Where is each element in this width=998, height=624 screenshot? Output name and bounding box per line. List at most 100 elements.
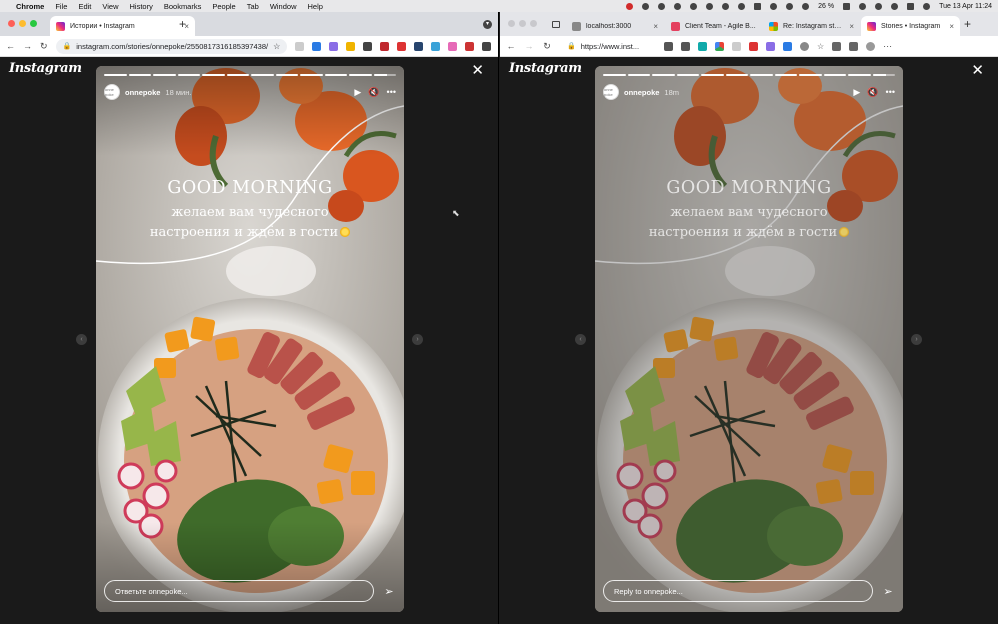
extension-icon[interactable] [715, 41, 724, 51]
zoom-window-button[interactable] [30, 20, 37, 27]
menu-tab[interactable]: Tab [247, 2, 259, 11]
extension-icon[interactable] [465, 41, 475, 51]
instagram-logo[interactable]: Instagram [509, 61, 582, 76]
new-tab-button[interactable]: + [964, 18, 971, 30]
tab-client-team[interactable]: Client Team - Agile B... [665, 16, 762, 36]
battery-icon[interactable] [843, 2, 851, 10]
story-username[interactable]: onnepoke [125, 88, 160, 97]
address-bar[interactable]: 🔒 instagram.com/stories/onnepoke/2550817… [55, 38, 288, 54]
extension-icon[interactable] [681, 41, 690, 51]
chevron-right-icon[interactable]: › [412, 334, 423, 345]
forward-icon[interactable]: → [524, 41, 534, 51]
menu-app-chrome[interactable]: Chrome [16, 2, 44, 11]
favorites-star-icon[interactable]: ☆ [817, 42, 824, 51]
tray-app-icon[interactable] [770, 2, 778, 10]
extension-icon[interactable] [329, 41, 339, 51]
more-icon[interactable]: ••• [886, 87, 895, 97]
chevron-left-icon[interactable]: ‹ [76, 334, 87, 345]
tab-instagram-stories[interactable]: Истории • Instagram × [50, 16, 195, 36]
collections-icon[interactable] [832, 41, 842, 51]
close-tab-icon[interactable]: × [653, 22, 658, 31]
tray-app-icon[interactable] [642, 2, 650, 10]
menu-bookmarks[interactable]: Bookmarks [164, 2, 202, 11]
extension-icon[interactable] [312, 41, 322, 51]
zoom-window-button[interactable] [530, 20, 537, 27]
tab-re-instagram[interactable]: Re: Instagram stories × [763, 16, 860, 36]
instagram-logo[interactable]: Instagram [9, 61, 82, 76]
avatar[interactable]: onne poke [104, 84, 120, 100]
tab-localhost[interactable]: localhost:3000 × [566, 16, 664, 36]
extension-icon[interactable] [664, 41, 673, 51]
tray-app-icon[interactable] [690, 2, 698, 10]
chevron-right-icon[interactable]: › [911, 334, 922, 345]
minimize-window-button[interactable] [519, 20, 526, 27]
story-username[interactable]: onnepoke [624, 88, 659, 97]
bookmark-star-icon[interactable]: ☆ [273, 42, 280, 51]
user-icon[interactable] [875, 2, 883, 10]
menu-window[interactable]: Window [270, 2, 297, 11]
reload-icon[interactable]: ↻ [40, 41, 48, 52]
menu-file[interactable]: File [55, 2, 67, 11]
new-tab-button[interactable]: + [179, 18, 186, 30]
close-tab-icon[interactable]: × [849, 22, 854, 31]
tray-app-icon[interactable] [786, 2, 794, 10]
browser-menu-icon[interactable]: ··· [883, 41, 892, 51]
address-bar[interactable]: 🔒 https://www.inst... [560, 38, 656, 54]
siri-icon[interactable] [923, 2, 931, 10]
control-center-icon[interactable] [907, 2, 915, 10]
menu-edit[interactable]: Edit [78, 2, 91, 11]
sidebar-toggle-icon[interactable] [552, 21, 560, 28]
menubar-clock[interactable]: Tue 13 Apr 11:24 [939, 3, 992, 10]
menu-view[interactable]: View [102, 2, 118, 11]
mute-icon[interactable]: 🔇 [368, 87, 379, 98]
extension-icon[interactable] [448, 41, 458, 51]
tab-stories-instagram[interactable]: Stories • Instagram × [861, 16, 960, 36]
extensions-puzzle-icon[interactable] [849, 41, 859, 51]
menu-help[interactable]: Help [308, 2, 323, 11]
profile-avatar-icon[interactable] [866, 41, 876, 51]
tab-search-icon[interactable]: ▾ [483, 20, 492, 29]
extension-icon[interactable] [414, 41, 424, 51]
play-icon[interactable]: ▶ [853, 87, 860, 98]
reload-icon[interactable]: ↻ [542, 41, 552, 52]
extensions-puzzle-icon[interactable] [482, 41, 492, 51]
close-window-button[interactable] [8, 20, 15, 27]
avatar[interactable]: onne poke [603, 84, 619, 100]
story-card[interactable]: onne poke onnepoke 18m ▶ 🔇 ••• GOOD MORN… [595, 66, 903, 612]
extension-icon[interactable] [346, 41, 356, 51]
wifi-icon[interactable] [859, 2, 867, 10]
back-icon[interactable]: ← [6, 41, 15, 51]
notification-badge-icon[interactable] [626, 2, 634, 10]
extension-icon[interactable] [766, 41, 775, 51]
extension-icon[interactable] [732, 41, 741, 51]
extension-icon[interactable] [749, 41, 758, 51]
search-icon[interactable] [891, 2, 899, 10]
close-icon[interactable]: ✕ [971, 63, 984, 78]
more-icon[interactable]: ••• [387, 87, 396, 97]
reply-input[interactable]: Ответьте onnepoke... [104, 580, 374, 602]
extension-icon[interactable] [698, 41, 707, 51]
menu-people[interactable]: People [212, 2, 235, 11]
extension-icon[interactable] [800, 41, 809, 51]
close-window-button[interactable] [508, 20, 515, 27]
back-icon[interactable]: ← [506, 41, 516, 51]
tray-app-icon[interactable] [754, 2, 762, 10]
tray-app-icon[interactable] [722, 2, 730, 10]
forward-icon[interactable]: → [23, 41, 32, 51]
extension-icon[interactable] [380, 41, 390, 51]
close-tab-icon[interactable]: × [949, 22, 954, 31]
extension-icon[interactable] [295, 41, 305, 51]
bluetooth-icon[interactable] [802, 2, 810, 10]
extension-icon[interactable] [397, 41, 407, 51]
extension-icon[interactable] [783, 41, 792, 51]
chevron-left-icon[interactable]: ‹ [575, 334, 586, 345]
send-icon[interactable]: ➢ [881, 585, 895, 598]
tray-app-icon[interactable] [706, 2, 714, 10]
play-icon[interactable]: ▶ [354, 87, 361, 98]
close-icon[interactable]: ✕ [471, 63, 484, 78]
mute-icon[interactable]: 🔇 [867, 87, 878, 98]
tray-app-icon[interactable] [738, 2, 746, 10]
extension-icon[interactable] [431, 41, 441, 51]
lock-icon[interactable]: 🔒 [63, 42, 72, 50]
reply-input[interactable]: Reply to onnepoke... [603, 580, 873, 602]
